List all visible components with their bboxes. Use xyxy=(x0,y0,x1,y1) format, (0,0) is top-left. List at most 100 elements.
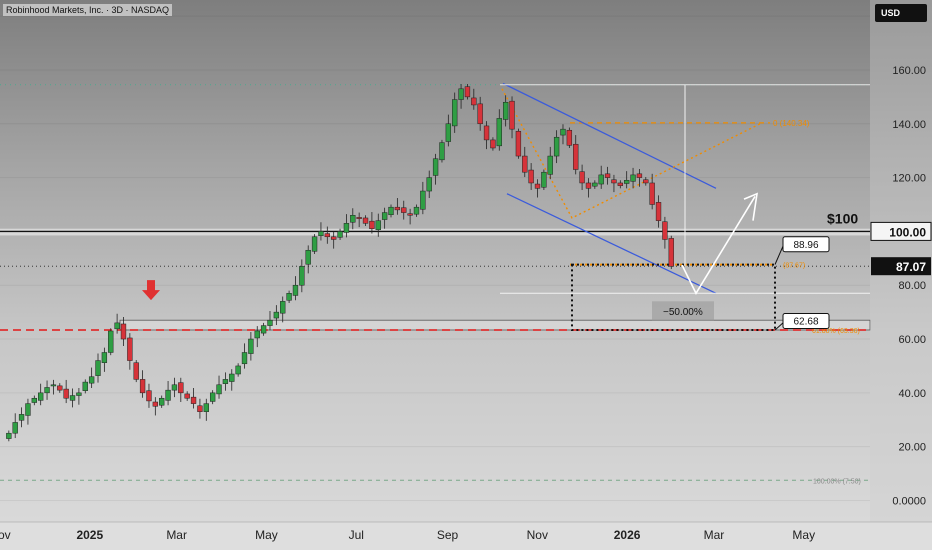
candle-body xyxy=(286,293,292,301)
candle-body xyxy=(120,323,127,340)
candle-body xyxy=(260,325,267,334)
candle-body xyxy=(445,123,452,142)
candle-body xyxy=(63,388,69,399)
candle-body xyxy=(579,171,585,184)
chart-container[interactable]: 0 (140.34) (87.67) 61.80% (63.36) 100.00% (… xyxy=(0,0,932,550)
candle-body xyxy=(502,101,509,120)
dollar-100-label: $100 xyxy=(827,210,858,226)
candle-body xyxy=(617,182,623,186)
candle-body xyxy=(604,173,611,178)
candle-body xyxy=(394,206,401,211)
x-tick-label: 2025 xyxy=(76,528,103,542)
x-tick-label: Nov xyxy=(0,528,11,542)
candle-body xyxy=(483,125,490,141)
x-tick-label: Sep xyxy=(437,528,459,542)
candle-body xyxy=(458,88,464,100)
callout-6268-label: 62.68 xyxy=(793,316,818,327)
candle-body xyxy=(362,217,369,224)
candle-body xyxy=(6,432,12,439)
badge-100-label: 100.00 xyxy=(889,225,926,239)
candle-body xyxy=(331,236,337,240)
price-chart[interactable]: 0 (140.34) (87.67) 61.80% (63.36) 100.00% (… xyxy=(0,0,932,550)
y-tick-label: 40.00 xyxy=(898,388,926,400)
candle-body xyxy=(611,179,617,184)
callout-8896-label: 88.96 xyxy=(793,240,818,251)
y-tick-label: 80.00 xyxy=(898,280,926,292)
candle-body xyxy=(88,376,95,384)
candle-body xyxy=(369,220,375,229)
candle-body xyxy=(76,392,82,396)
candle-body xyxy=(553,136,560,157)
candle-body xyxy=(50,384,57,387)
candle-body xyxy=(216,384,222,395)
candle-body xyxy=(496,118,502,147)
candle-body xyxy=(18,414,25,421)
candle-body xyxy=(69,395,76,401)
candle-body xyxy=(311,236,318,252)
candle-body xyxy=(95,360,101,376)
candle-body xyxy=(636,173,643,178)
chart-title: Robinhood Markets, Inc. · 3D · NASDAQ xyxy=(3,4,173,16)
candle-body xyxy=(292,284,299,296)
y-tick-label: 0.0000 xyxy=(892,495,926,507)
candle-body xyxy=(630,174,636,182)
candle-body xyxy=(197,405,203,412)
candle-body xyxy=(152,401,159,407)
candle-body xyxy=(254,330,260,339)
x-tick-label: 2026 xyxy=(614,528,641,542)
candle-body xyxy=(222,379,229,384)
candle-body xyxy=(12,422,18,434)
candle-body xyxy=(146,390,152,402)
candle-body xyxy=(159,397,165,406)
candle-body xyxy=(413,206,420,215)
candle-body xyxy=(432,158,439,176)
y-tick-label: 160.00 xyxy=(892,65,926,77)
candle-body xyxy=(426,177,432,192)
candle-body xyxy=(401,207,407,213)
x-tick-label: May xyxy=(255,528,278,542)
fib-ray xyxy=(501,88,761,219)
candle-body xyxy=(585,182,592,189)
candle-body xyxy=(547,155,553,175)
candle-body xyxy=(452,99,458,127)
candle-body xyxy=(515,131,522,157)
candle-body xyxy=(343,223,350,233)
candle-body xyxy=(229,373,235,382)
candle-body xyxy=(280,301,286,314)
support-zone xyxy=(119,319,871,331)
candle-body xyxy=(31,397,37,403)
candle-body xyxy=(375,220,381,231)
fib-0-label: 0 (140.34) xyxy=(773,119,810,128)
candle-body xyxy=(299,266,305,286)
candle-body xyxy=(662,221,668,240)
candle-body xyxy=(82,381,88,391)
candle-body xyxy=(139,379,146,394)
x-tick-label: May xyxy=(792,528,815,542)
candle-body xyxy=(248,338,254,354)
callout-8896-leader xyxy=(774,246,784,265)
x-tick-label: Jul xyxy=(349,528,364,542)
candle-body xyxy=(522,155,528,173)
candle-body xyxy=(337,231,343,238)
projection-arrow xyxy=(681,196,756,295)
candle-body xyxy=(668,238,674,267)
candle-body xyxy=(324,233,330,238)
candle-body xyxy=(388,206,394,215)
candle-body xyxy=(267,319,273,326)
candle-body xyxy=(114,322,120,330)
candle-body xyxy=(381,212,388,220)
channel-upper xyxy=(502,82,717,189)
candle-body xyxy=(38,392,44,401)
candle-body xyxy=(649,182,655,205)
percent-change-label: −50.00% xyxy=(663,307,703,318)
candle-body xyxy=(133,362,139,380)
candle-body xyxy=(356,217,362,219)
candle-body xyxy=(25,403,31,416)
candle-body xyxy=(407,213,413,216)
currency-badge[interactable]: USD xyxy=(875,4,927,22)
candle-body xyxy=(477,103,483,125)
candle-body xyxy=(235,365,241,375)
fib-100-label: 100.00% (7.50) xyxy=(813,478,861,485)
candle-body xyxy=(624,180,630,184)
x-tick-label: Mar xyxy=(166,528,187,542)
